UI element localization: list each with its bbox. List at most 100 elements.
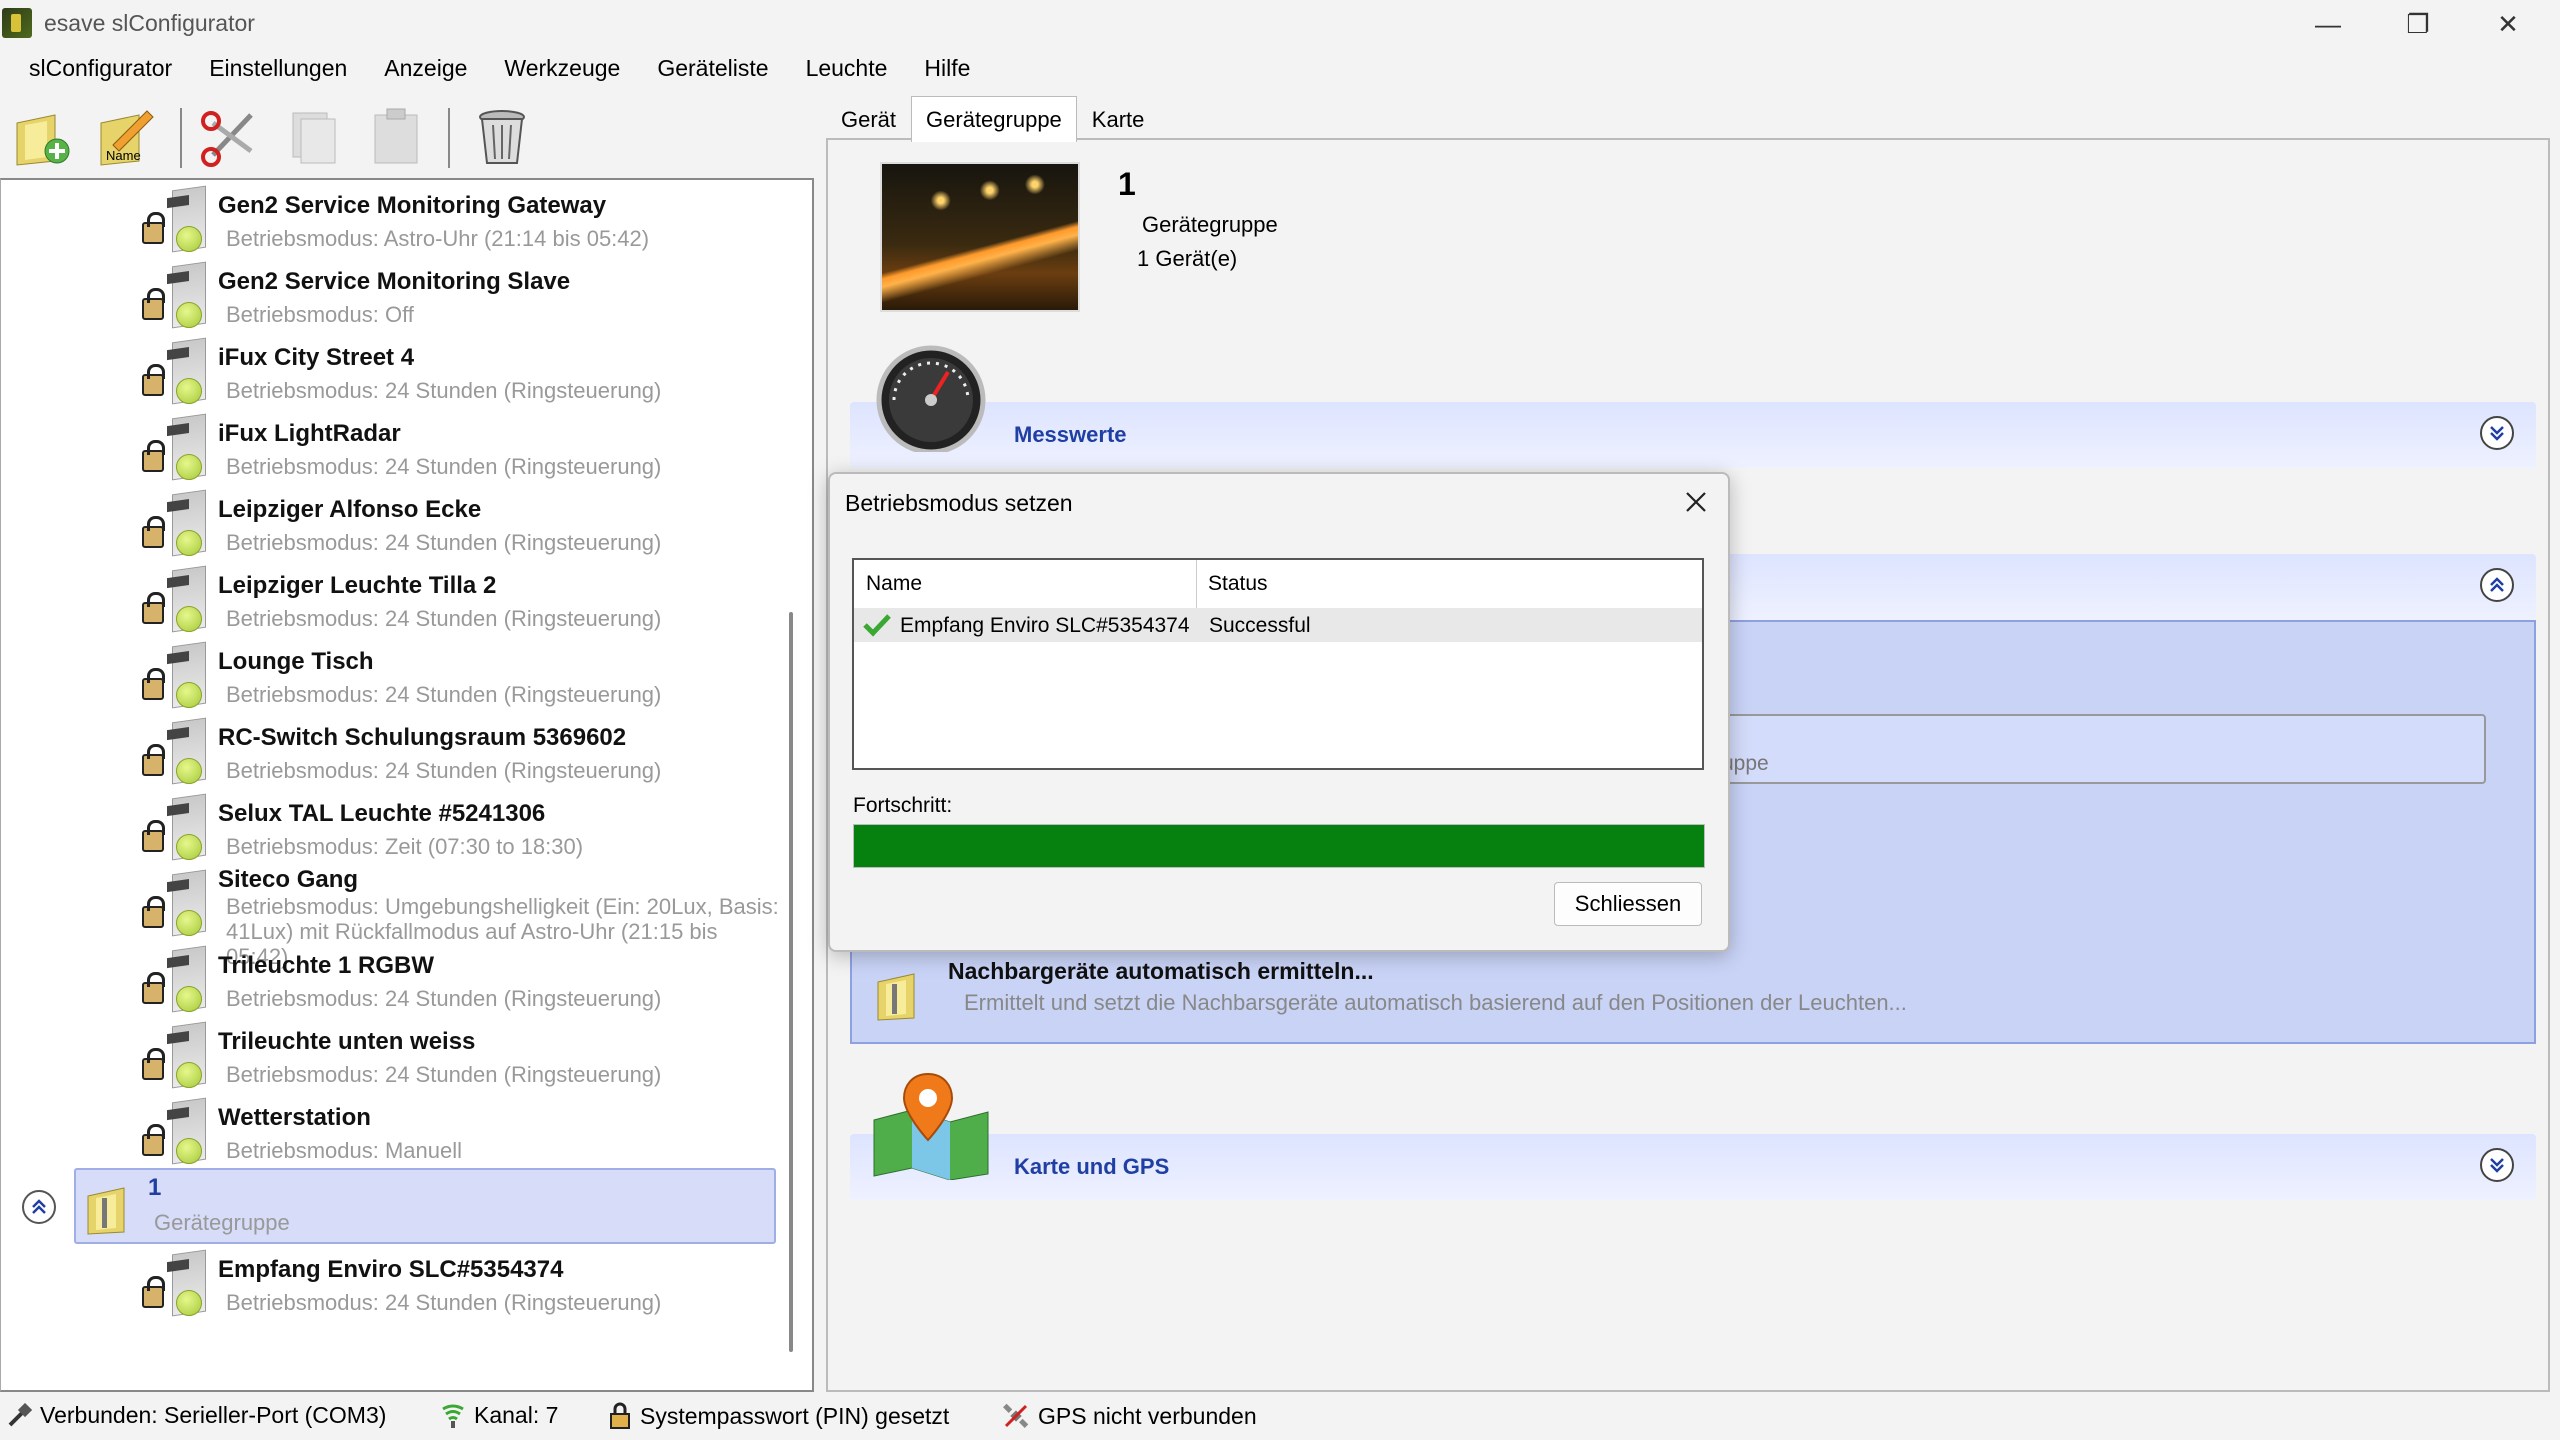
tree-item-title: iFux LightRadar — [218, 420, 401, 447]
paste-button[interactable] — [364, 104, 428, 168]
tree-item[interactable]: Selux TAL Leuchte #5241306 Betriebsmodus… — [0, 790, 790, 866]
paste-icon — [374, 108, 418, 164]
tree-item[interactable]: Gen2 Service Monitoring Slave Betriebsmo… — [0, 258, 790, 334]
lamp-icon — [138, 869, 210, 938]
add-lamp-button[interactable] — [10, 104, 74, 168]
lamp-icon — [138, 413, 210, 482]
lamp-icon — [138, 261, 210, 330]
lock-icon — [142, 516, 165, 548]
close-window-button[interactable]: ✕ — [2462, 0, 2554, 48]
close-button[interactable]: Schliessen — [1554, 882, 1702, 926]
rename-button[interactable]: Name — [94, 104, 158, 168]
menu-slconfigurator[interactable]: slConfigurator — [0, 50, 191, 92]
restore-button[interactable]: ❐ — [2372, 0, 2464, 48]
progress-fill — [854, 825, 1704, 867]
tree-item[interactable]: Siteco Gang Betriebsmodus: Umgebungshell… — [0, 866, 790, 969]
tree-item-title: Empfang Enviro SLC#5354374 — [218, 1256, 564, 1283]
tree-scrollbar[interactable] — [789, 612, 793, 1352]
menu-einstellungen[interactable]: Einstellungen — [191, 50, 366, 92]
tree-item-mode: Betriebsmodus: 24 Stunden (Ringsteuerung… — [226, 454, 662, 479]
tree-group-title: 1 — [148, 1174, 162, 1201]
tree-item[interactable]: RC-Switch Schulungsraum 5369602 Betriebs… — [0, 714, 790, 790]
chevron-double-up-icon — [32, 1199, 46, 1214]
lock-icon — [142, 1124, 165, 1156]
lock-icon — [142, 212, 165, 244]
menu-hilfe[interactable]: Hilfe — [906, 50, 989, 92]
tree-item[interactable]: Wetterstation Betriebsmodus: Manuell — [0, 1094, 790, 1170]
section-map-gps[interactable]: Karte und GPS — [850, 1134, 2536, 1200]
column-header-name[interactable]: Name — [866, 572, 922, 596]
menu-anzeige[interactable]: Anzeige — [366, 50, 486, 92]
collapse-group-button[interactable] — [22, 1190, 56, 1224]
group-number: 1 — [1118, 166, 1136, 202]
menu-leuchte[interactable]: Leuchte — [788, 50, 907, 92]
tree-item-mode: Betriebsmodus: Manuell — [226, 1138, 463, 1163]
lock-icon — [142, 364, 165, 396]
tree-item[interactable]: Empfang Enviro SLC#5354374 Betriebsmodus… — [0, 1246, 790, 1322]
delete-button[interactable] — [470, 104, 534, 168]
copy-button[interactable] — [282, 104, 346, 168]
tree-item[interactable]: Gen2 Service Monitoring Gateway Betriebs… — [0, 182, 790, 258]
progress-bar — [853, 824, 1705, 868]
tree-item-title: Trileuchte 1 RGBW — [218, 952, 435, 979]
collapse-section-button[interactable] — [2480, 568, 2514, 602]
lamp-group-icon — [87, 1187, 125, 1235]
add-lamp-icon — [16, 114, 70, 166]
tree-item[interactable]: Trileuchte 1 RGBW Betriebsmodus: 24 Stun… — [0, 942, 790, 1018]
cut-button[interactable] — [198, 104, 262, 168]
status-pin: Systempasswort (PIN) gesetzt — [608, 1402, 949, 1430]
tree-item-title: Lounge Tisch — [218, 648, 374, 675]
lock-icon — [142, 820, 165, 852]
tab-geraetegruppe[interactable]: Gerätegruppe — [911, 96, 1077, 142]
lock-icon — [142, 592, 165, 624]
checkmark-icon — [863, 614, 891, 637]
lamp-icon — [138, 641, 210, 710]
lamp-icon — [138, 337, 210, 406]
group-photo — [880, 162, 1080, 312]
tree-item[interactable]: Lounge Tisch Betriebsmodus: 24 Stunden (… — [0, 638, 790, 714]
tree-item[interactable]: Leipziger Leuchte Tilla 2 Betriebsmodus:… — [0, 562, 790, 638]
tab-karte[interactable]: Karte — [1077, 96, 1160, 138]
chevron-double-up-icon — [2490, 577, 2504, 592]
tree-item[interactable]: iFux LightRadar Betriebsmodus: 24 Stunde… — [0, 410, 790, 486]
lock-icon — [142, 288, 165, 320]
lock-icon — [142, 896, 165, 928]
expand-measurements-button[interactable] — [2480, 416, 2514, 450]
expand-map-gps-button[interactable] — [2480, 1148, 2514, 1182]
lamp-icon — [138, 793, 210, 862]
menu-bar: slConfigurator Einstellungen Anzeige Wer… — [0, 50, 989, 92]
tree-item-mode: Betriebsmodus: 24 Stunden (Ringsteuerung… — [226, 606, 662, 631]
lamp-icon — [138, 185, 210, 254]
tree-group-item-selected[interactable]: 1 Gerätegruppe — [74, 1168, 776, 1244]
chevron-double-down-icon — [2490, 426, 2504, 441]
status-pin-text: Systempasswort (PIN) gesetzt — [640, 1402, 950, 1429]
auto-neighbors-description: Ermittelt und setzt die Nachbarsgeräte a… — [964, 990, 1907, 1015]
status-bar: Verbunden: Serieller-Port (COM3) Kanal: … — [0, 1392, 2560, 1440]
menu-geraeteliste[interactable]: Geräteliste — [639, 50, 787, 92]
tree-item-title: Leipziger Leuchte Tilla 2 — [218, 572, 497, 599]
menu-werkzeuge[interactable]: Werkzeuge — [486, 50, 639, 92]
minimize-button[interactable]: — — [2282, 0, 2374, 48]
status-connection: Verbunden: Serieller-Port (COM3) — [6, 1402, 386, 1429]
tree-item-mode: Betriebsmodus: 24 Stunden (Ringsteuerung… — [226, 1290, 662, 1315]
progress-label: Fortschritt: — [853, 794, 953, 817]
auto-neighbors-link[interactable]: Nachbargeräte automatisch ermitteln... — [948, 958, 1374, 985]
section-measurements-label: Messwerte — [1014, 422, 1127, 447]
tree-item[interactable]: iFux City Street 4 Betriebsmodus: 24 Stu… — [0, 334, 790, 410]
chevron-double-down-icon — [2490, 1158, 2504, 1173]
tree-item-mode: Betriebsmodus: 24 Stunden (Ringsteuerung… — [226, 530, 662, 555]
section-measurements[interactable]: Messwerte — [850, 402, 2536, 468]
column-divider[interactable] — [1196, 560, 1197, 608]
dialog-close-button[interactable] — [1676, 482, 1716, 522]
tab-geraet[interactable]: Gerät — [826, 96, 911, 138]
section-map-gps-label: Karte und GPS — [1014, 1154, 1170, 1179]
column-header-status[interactable]: Status — [1208, 572, 1268, 596]
tree-item[interactable]: Leipziger Alfonso Ecke Betriebsmodus: 24… — [0, 486, 790, 562]
dialog-title: Betriebsmodus setzen — [845, 490, 1073, 516]
tab-strip: Gerät Gerätegruppe Karte — [826, 96, 1160, 142]
tree-item-title: Siteco Gang — [218, 866, 359, 893]
plug-icon — [8, 1402, 32, 1426]
tree-item[interactable]: Trileuchte unten weiss Betriebsmodus: 24… — [0, 1018, 790, 1094]
status-channel-text: Kanal: 7 — [474, 1402, 559, 1428]
tree-item-title: RC-Switch Schulungsraum 5369602 — [218, 724, 627, 751]
